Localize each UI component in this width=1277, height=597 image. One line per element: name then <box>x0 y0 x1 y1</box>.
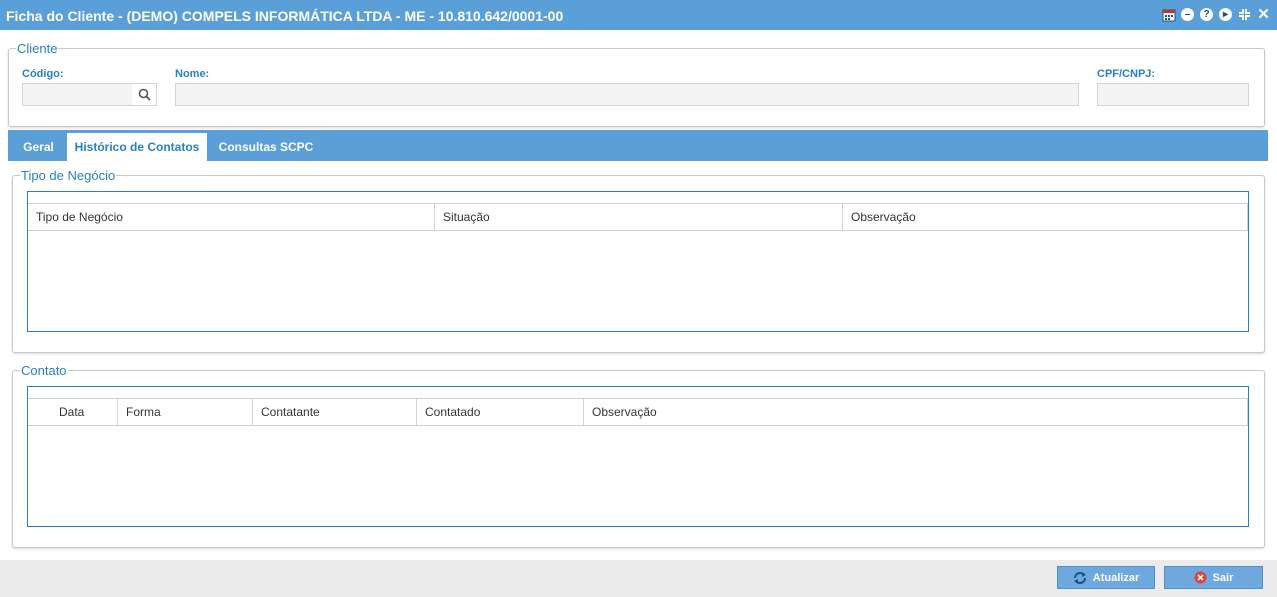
calendar-icon[interactable] <box>1161 7 1176 22</box>
column-header[interactable]: Contatado <box>417 399 584 425</box>
exit-icon <box>1194 571 1207 584</box>
codigo-label: Código: <box>22 68 64 80</box>
contato-grid: Data Forma Contatante Contatado Observaç… <box>27 386 1249 527</box>
column-header[interactable]: Tipo de Negócio <box>28 204 435 230</box>
cliente-legend: Cliente <box>17 41 58 56</box>
minimize-icon[interactable]: – <box>1180 7 1195 22</box>
grid-header: Data Forma Contatante Contatado Observaç… <box>28 398 1248 426</box>
nome-input[interactable] <box>175 83 1079 106</box>
column-header[interactable]: Observação <box>584 399 1248 425</box>
close-icon[interactable]: ✕ <box>1256 7 1271 22</box>
cpf-cnpj-input[interactable] <box>1097 83 1249 106</box>
nome-label: Nome: <box>175 68 210 80</box>
atualizar-button[interactable]: Atualizar <box>1057 566 1155 589</box>
grid-header: Tipo de Negócio Situação Observação <box>28 203 1248 231</box>
column-header[interactable]: Observação <box>843 204 1248 230</box>
tab-consultas-scpc[interactable]: Consultas SCPC <box>210 133 322 161</box>
tab-historico-contatos[interactable]: Histórico de Contatos <box>67 133 207 161</box>
tab-bar: Geral Histórico de Contatos Consultas SC… <box>8 130 1268 161</box>
help-icon[interactable]: ? <box>1199 7 1214 22</box>
sair-button[interactable]: Sair <box>1164 566 1263 589</box>
tipo-negocio-grid: Tipo de Negócio Situação Observação <box>27 191 1249 332</box>
atualizar-label: Atualizar <box>1092 571 1140 584</box>
contato-legend: Contato <box>21 363 67 378</box>
codigo-input[interactable] <box>22 83 133 106</box>
collapse-icon[interactable] <box>1237 7 1252 22</box>
refresh-icon <box>1073 571 1086 584</box>
window-titlebar: Ficha do Cliente - (DEMO) COMPELS INFORM… <box>0 0 1277 30</box>
tipo-negocio-legend: Tipo de Negócio <box>21 168 116 183</box>
column-header[interactable]: Forma <box>118 399 253 425</box>
codigo-search-button[interactable] <box>132 83 157 106</box>
window-controls: – ? ▸ ✕ <box>1161 7 1271 22</box>
column-header[interactable]: Situação <box>435 204 843 230</box>
search-icon <box>138 88 151 101</box>
column-header[interactable]: Contatante <box>253 399 417 425</box>
tab-geral[interactable]: Geral <box>8 133 69 161</box>
footer-bar: Atualizar Sair <box>0 560 1277 597</box>
column-header[interactable]: Data <box>28 399 118 425</box>
play-icon[interactable]: ▸ <box>1218 7 1233 22</box>
sair-label: Sair <box>1212 571 1234 584</box>
window-title: Ficha do Cliente - (DEMO) COMPELS INFORM… <box>6 8 564 24</box>
cpf-cnpj-label: CPF/CNPJ: <box>1097 68 1156 80</box>
